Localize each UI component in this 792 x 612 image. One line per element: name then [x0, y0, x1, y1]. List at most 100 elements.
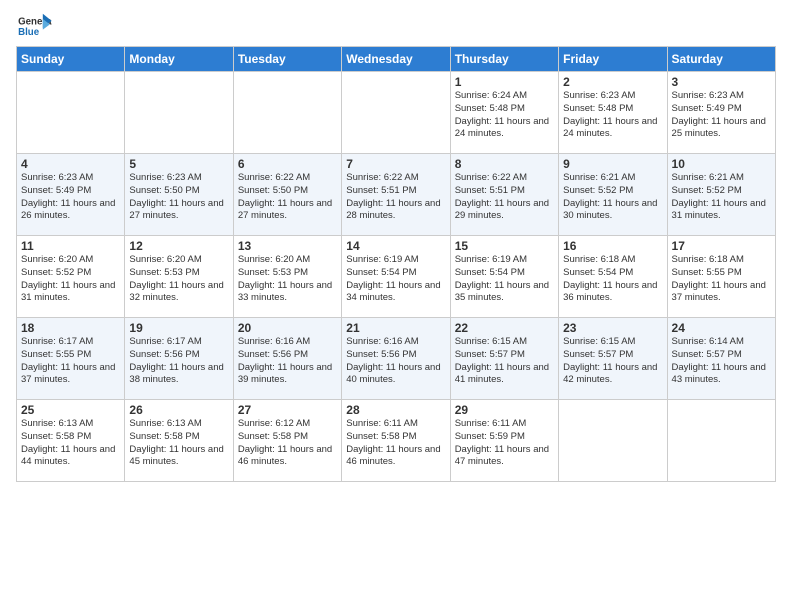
day-info: Sunrise: 6:21 AM Sunset: 5:52 PM Dayligh… — [563, 172, 662, 223]
calendar-cell — [667, 400, 775, 482]
day-number: 29 — [455, 403, 554, 417]
calendar-cell: 18Sunrise: 6:17 AM Sunset: 5:55 PM Dayli… — [17, 318, 125, 400]
calendar-cell: 19Sunrise: 6:17 AM Sunset: 5:56 PM Dayli… — [125, 318, 233, 400]
day-info: Sunrise: 6:14 AM Sunset: 5:57 PM Dayligh… — [672, 336, 771, 387]
day-number: 18 — [21, 321, 120, 335]
day-info: Sunrise: 6:17 AM Sunset: 5:55 PM Dayligh… — [21, 336, 120, 387]
day-number: 14 — [346, 239, 445, 253]
day-info: Sunrise: 6:19 AM Sunset: 5:54 PM Dayligh… — [346, 254, 445, 305]
day-number: 5 — [129, 157, 228, 171]
day-info: Sunrise: 6:23 AM Sunset: 5:49 PM Dayligh… — [672, 90, 771, 141]
day-info: Sunrise: 6:18 AM Sunset: 5:54 PM Dayligh… — [563, 254, 662, 305]
calendar-table: SundayMondayTuesdayWednesdayThursdayFrid… — [16, 46, 776, 482]
day-header-tuesday: Tuesday — [233, 47, 341, 72]
calendar-cell: 1Sunrise: 6:24 AM Sunset: 5:48 PM Daylig… — [450, 72, 558, 154]
week-row-3: 11Sunrise: 6:20 AM Sunset: 5:52 PM Dayli… — [17, 236, 776, 318]
day-number: 27 — [238, 403, 337, 417]
calendar-cell: 28Sunrise: 6:11 AM Sunset: 5:58 PM Dayli… — [342, 400, 450, 482]
calendar-cell: 6Sunrise: 6:22 AM Sunset: 5:50 PM Daylig… — [233, 154, 341, 236]
day-header-monday: Monday — [125, 47, 233, 72]
calendar-cell: 13Sunrise: 6:20 AM Sunset: 5:53 PM Dayli… — [233, 236, 341, 318]
calendar-cell: 27Sunrise: 6:12 AM Sunset: 5:58 PM Dayli… — [233, 400, 341, 482]
day-number: 16 — [563, 239, 662, 253]
calendar-cell: 2Sunrise: 6:23 AM Sunset: 5:48 PM Daylig… — [559, 72, 667, 154]
calendar-cell: 5Sunrise: 6:23 AM Sunset: 5:50 PM Daylig… — [125, 154, 233, 236]
calendar-cell: 24Sunrise: 6:14 AM Sunset: 5:57 PM Dayli… — [667, 318, 775, 400]
week-row-5: 25Sunrise: 6:13 AM Sunset: 5:58 PM Dayli… — [17, 400, 776, 482]
calendar-cell: 11Sunrise: 6:20 AM Sunset: 5:52 PM Dayli… — [17, 236, 125, 318]
day-number: 22 — [455, 321, 554, 335]
day-info: Sunrise: 6:20 AM Sunset: 5:53 PM Dayligh… — [129, 254, 228, 305]
day-header-friday: Friday — [559, 47, 667, 72]
day-info: Sunrise: 6:20 AM Sunset: 5:53 PM Dayligh… — [238, 254, 337, 305]
calendar-cell: 17Sunrise: 6:18 AM Sunset: 5:55 PM Dayli… — [667, 236, 775, 318]
calendar-cell: 9Sunrise: 6:21 AM Sunset: 5:52 PM Daylig… — [559, 154, 667, 236]
calendar-cell: 3Sunrise: 6:23 AM Sunset: 5:49 PM Daylig… — [667, 72, 775, 154]
calendar-cell: 26Sunrise: 6:13 AM Sunset: 5:58 PM Dayli… — [125, 400, 233, 482]
day-info: Sunrise: 6:20 AM Sunset: 5:52 PM Dayligh… — [21, 254, 120, 305]
day-number: 24 — [672, 321, 771, 335]
day-number: 3 — [672, 75, 771, 89]
calendar-cell — [342, 72, 450, 154]
calendar-cell: 22Sunrise: 6:15 AM Sunset: 5:57 PM Dayli… — [450, 318, 558, 400]
day-number: 8 — [455, 157, 554, 171]
day-number: 13 — [238, 239, 337, 253]
day-info: Sunrise: 6:11 AM Sunset: 5:58 PM Dayligh… — [346, 418, 445, 469]
logo: General Blue — [16, 12, 52, 42]
calendar-cell: 10Sunrise: 6:21 AM Sunset: 5:52 PM Dayli… — [667, 154, 775, 236]
day-info: Sunrise: 6:13 AM Sunset: 5:58 PM Dayligh… — [129, 418, 228, 469]
calendar-cell: 29Sunrise: 6:11 AM Sunset: 5:59 PM Dayli… — [450, 400, 558, 482]
day-number: 21 — [346, 321, 445, 335]
day-info: Sunrise: 6:24 AM Sunset: 5:48 PM Dayligh… — [455, 90, 554, 141]
day-info: Sunrise: 6:15 AM Sunset: 5:57 PM Dayligh… — [455, 336, 554, 387]
day-number: 12 — [129, 239, 228, 253]
day-number: 9 — [563, 157, 662, 171]
day-number: 25 — [21, 403, 120, 417]
day-header-thursday: Thursday — [450, 47, 558, 72]
day-info: Sunrise: 6:21 AM Sunset: 5:52 PM Dayligh… — [672, 172, 771, 223]
calendar-cell: 20Sunrise: 6:16 AM Sunset: 5:56 PM Dayli… — [233, 318, 341, 400]
day-info: Sunrise: 6:17 AM Sunset: 5:56 PM Dayligh… — [129, 336, 228, 387]
day-number: 23 — [563, 321, 662, 335]
calendar-cell: 7Sunrise: 6:22 AM Sunset: 5:51 PM Daylig… — [342, 154, 450, 236]
day-info: Sunrise: 6:19 AM Sunset: 5:54 PM Dayligh… — [455, 254, 554, 305]
day-number: 17 — [672, 239, 771, 253]
calendar-cell: 16Sunrise: 6:18 AM Sunset: 5:54 PM Dayli… — [559, 236, 667, 318]
day-number: 4 — [21, 157, 120, 171]
calendar-cell: 8Sunrise: 6:22 AM Sunset: 5:51 PM Daylig… — [450, 154, 558, 236]
day-info: Sunrise: 6:12 AM Sunset: 5:58 PM Dayligh… — [238, 418, 337, 469]
calendar-cell: 4Sunrise: 6:23 AM Sunset: 5:49 PM Daylig… — [17, 154, 125, 236]
day-header-saturday: Saturday — [667, 47, 775, 72]
day-info: Sunrise: 6:23 AM Sunset: 5:48 PM Dayligh… — [563, 90, 662, 141]
calendar-cell: 25Sunrise: 6:13 AM Sunset: 5:58 PM Dayli… — [17, 400, 125, 482]
day-header-sunday: Sunday — [17, 47, 125, 72]
week-row-2: 4Sunrise: 6:23 AM Sunset: 5:49 PM Daylig… — [17, 154, 776, 236]
day-info: Sunrise: 6:13 AM Sunset: 5:58 PM Dayligh… — [21, 418, 120, 469]
day-number: 10 — [672, 157, 771, 171]
calendar-page: General Blue SundayMondayTuesdayWednesda… — [0, 0, 792, 612]
day-number: 19 — [129, 321, 228, 335]
calendar-cell: 23Sunrise: 6:15 AM Sunset: 5:57 PM Dayli… — [559, 318, 667, 400]
day-number: 1 — [455, 75, 554, 89]
day-number: 2 — [563, 75, 662, 89]
calendar-cell: 14Sunrise: 6:19 AM Sunset: 5:54 PM Dayli… — [342, 236, 450, 318]
calendar-cell — [233, 72, 341, 154]
calendar-cell: 15Sunrise: 6:19 AM Sunset: 5:54 PM Dayli… — [450, 236, 558, 318]
day-number: 11 — [21, 239, 120, 253]
calendar-cell — [559, 400, 667, 482]
day-number: 15 — [455, 239, 554, 253]
calendar-cell: 12Sunrise: 6:20 AM Sunset: 5:53 PM Dayli… — [125, 236, 233, 318]
day-number: 7 — [346, 157, 445, 171]
day-info: Sunrise: 6:22 AM Sunset: 5:51 PM Dayligh… — [346, 172, 445, 223]
day-info: Sunrise: 6:16 AM Sunset: 5:56 PM Dayligh… — [346, 336, 445, 387]
day-info: Sunrise: 6:18 AM Sunset: 5:55 PM Dayligh… — [672, 254, 771, 305]
week-row-1: 1Sunrise: 6:24 AM Sunset: 5:48 PM Daylig… — [17, 72, 776, 154]
svg-text:Blue: Blue — [18, 27, 40, 38]
day-info: Sunrise: 6:23 AM Sunset: 5:50 PM Dayligh… — [129, 172, 228, 223]
day-info: Sunrise: 6:22 AM Sunset: 5:50 PM Dayligh… — [238, 172, 337, 223]
day-header-wednesday: Wednesday — [342, 47, 450, 72]
day-info: Sunrise: 6:15 AM Sunset: 5:57 PM Dayligh… — [563, 336, 662, 387]
day-number: 6 — [238, 157, 337, 171]
day-info: Sunrise: 6:23 AM Sunset: 5:49 PM Dayligh… — [21, 172, 120, 223]
calendar-cell — [17, 72, 125, 154]
